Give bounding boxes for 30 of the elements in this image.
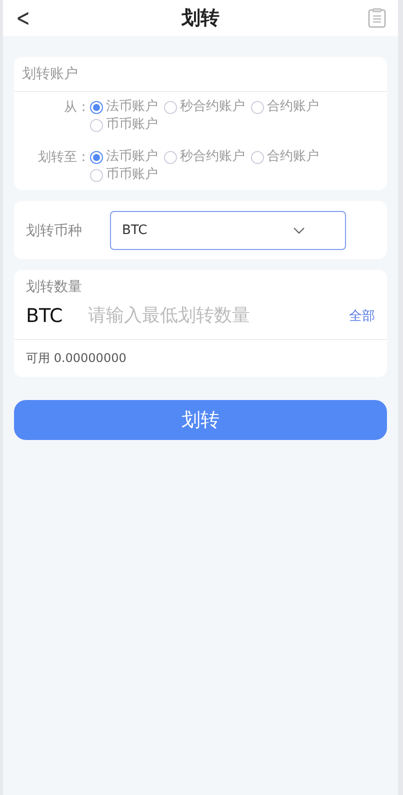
option-label: 法币账户	[106, 148, 158, 166]
radio-option[interactable]: 合约账户	[251, 98, 319, 116]
option-label: 秒合约账户	[180, 148, 245, 166]
radio-option[interactable]: 法币账户	[90, 148, 158, 166]
chevron-down-icon	[293, 227, 305, 234]
coin-select[interactable]: BTC	[110, 211, 346, 250]
radio-option[interactable]: 币币账户	[90, 166, 158, 184]
radio-option[interactable]: 合约账户	[251, 148, 319, 166]
field-label: 从：	[63, 99, 90, 117]
option-label: 币币账户	[106, 166, 158, 184]
radio-option[interactable]: 秒合约账户	[164, 148, 245, 166]
all-link[interactable]: 全部	[349, 306, 375, 324]
option-label: 秒合约账户	[180, 98, 245, 116]
field-label: 划转至：	[37, 149, 90, 167]
card-title: 划转账户	[14, 57, 387, 92]
available-balance: 可用 0.00000000	[25, 350, 128, 367]
option-label: 法币账户	[106, 98, 158, 116]
page-title: 划转	[182, 6, 220, 31]
clipboard-icon[interactable]	[368, 8, 386, 28]
option-label: 合约账户	[267, 98, 319, 116]
option-label: 币币账户	[106, 116, 158, 134]
transfer-button[interactable]: 划转	[14, 400, 387, 440]
back-button[interactable]: <	[16, 4, 30, 32]
radio-option[interactable]: 法币账户	[90, 98, 158, 116]
field-label: 划转币种	[26, 222, 82, 240]
radio-option[interactable]: 秒合约账户	[164, 98, 245, 116]
radio-option[interactable]: 币币账户	[90, 116, 158, 134]
option-label: 合约账户	[267, 148, 319, 166]
coin-unit: BTC	[26, 304, 64, 326]
card-title: 划转数量	[25, 278, 83, 296]
